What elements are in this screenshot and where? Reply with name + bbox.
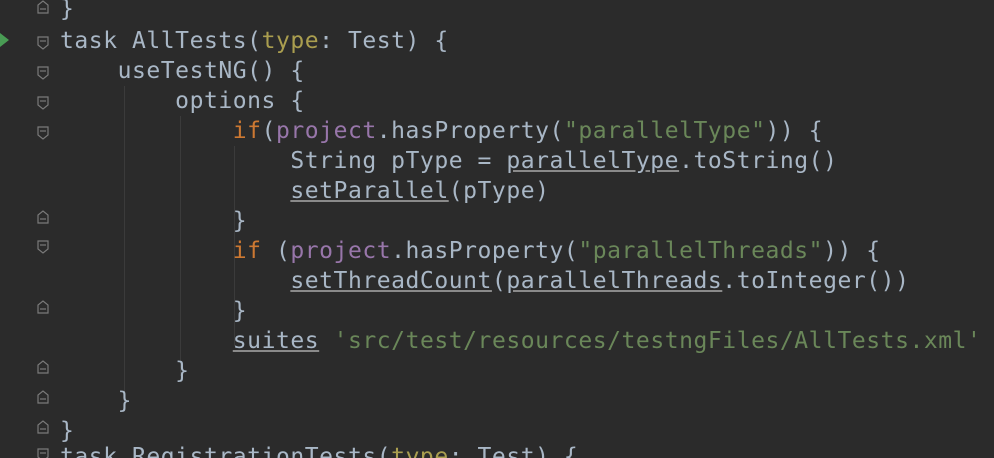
code-text: task RegistrationTests(: [60, 444, 392, 458]
code-line[interactable]: }: [60, 296, 247, 326]
named-argument: type: [261, 28, 320, 54]
code-line[interactable]: }: [60, 386, 132, 416]
string-literal: "parallelThreads": [578, 238, 824, 264]
code-line[interactable]: }: [60, 206, 247, 236]
code-line[interactable]: if(project.hasProperty("parallelType")) …: [60, 116, 823, 146]
fold-open-icon[interactable]: [37, 96, 49, 110]
keyword: if: [232, 118, 262, 144]
code-text: }: [60, 358, 190, 384]
property-reference: project: [275, 118, 377, 144]
code-text: task AllTests(: [60, 28, 262, 54]
keyword: if: [232, 238, 262, 264]
named-argument: type: [391, 444, 449, 458]
code-text: .hasProperty(: [376, 118, 564, 144]
fold-open-icon[interactable]: [37, 126, 49, 140]
code-editor[interactable]: } task AllTests(type: Test) { useTestNG(…: [0, 0, 994, 458]
fold-open-icon[interactable]: [37, 448, 49, 458]
dynamic-method-call: setThreadCount: [290, 268, 492, 294]
dynamic-method-call: suites: [232, 328, 320, 354]
code-text: (: [261, 118, 276, 144]
code-text: options {: [60, 88, 305, 114]
code-line[interactable]: String pType = parallelType.toString(): [60, 146, 837, 176]
code-text: (pType): [448, 178, 550, 204]
code-line[interactable]: }: [60, 356, 190, 386]
fold-close-icon[interactable]: [37, 300, 49, 314]
brace: }: [60, 0, 75, 22]
code-text: )) {: [823, 238, 881, 264]
fold-open-icon[interactable]: [37, 66, 49, 80]
code-line[interactable]: }: [60, 0, 74, 24]
code-line[interactable]: if (project.hasProperty("parallelThreads…: [60, 236, 881, 266]
code-text: .toInteger()): [722, 268, 910, 294]
fold-close-icon[interactable]: [37, 210, 49, 224]
code-line[interactable]: suites 'src/test/resources/testngFiles/A…: [60, 326, 981, 356]
code-text: }: [60, 208, 248, 234]
run-arrow-icon[interactable]: [0, 33, 9, 47]
fold-close-icon[interactable]: [37, 0, 49, 14]
code-text: }: [60, 388, 132, 414]
dynamic-reference: parallelType: [506, 148, 680, 174]
code-line[interactable]: setParallel(pType): [60, 176, 550, 206]
code-text: String pType =: [60, 148, 507, 174]
string-literal: 'src/test/resources/testngFiles/AllTests…: [333, 328, 982, 354]
dynamic-method-call: setParallel: [290, 178, 449, 204]
fold-close-icon[interactable]: [37, 420, 49, 434]
code-text: (: [491, 268, 507, 294]
fold-close-icon[interactable]: [37, 360, 49, 374]
code-line[interactable]: task RegistrationTests(type: Test) {: [60, 442, 578, 458]
string-literal: "parallelType": [563, 118, 766, 144]
fold-close-icon[interactable]: [37, 390, 49, 404]
code-text: : Test) {: [319, 28, 449, 54]
code-line[interactable]: task AllTests(type: Test) {: [60, 26, 449, 56]
code-text: useTestNG() {: [60, 58, 305, 84]
dynamic-reference: parallelThreads: [506, 268, 723, 294]
code-text: }: [60, 418, 75, 444]
fold-open-icon[interactable]: [37, 36, 49, 50]
code-text: .toString(): [679, 148, 838, 174]
editor-gutter: [0, 0, 58, 458]
code-text: )) {: [765, 118, 824, 144]
code-line[interactable]: options {: [60, 86, 305, 116]
code-text: .hasProperty(: [391, 238, 579, 264]
fold-open-icon[interactable]: [37, 240, 49, 254]
code-line[interactable]: useTestNG() {: [60, 56, 305, 86]
code-text: }: [60, 298, 248, 324]
code-text: (: [261, 238, 291, 264]
property-reference: project: [290, 238, 392, 264]
code-line[interactable]: setThreadCount(parallelThreads.toInteger…: [60, 266, 909, 296]
code-text: : Test) {: [448, 444, 579, 458]
